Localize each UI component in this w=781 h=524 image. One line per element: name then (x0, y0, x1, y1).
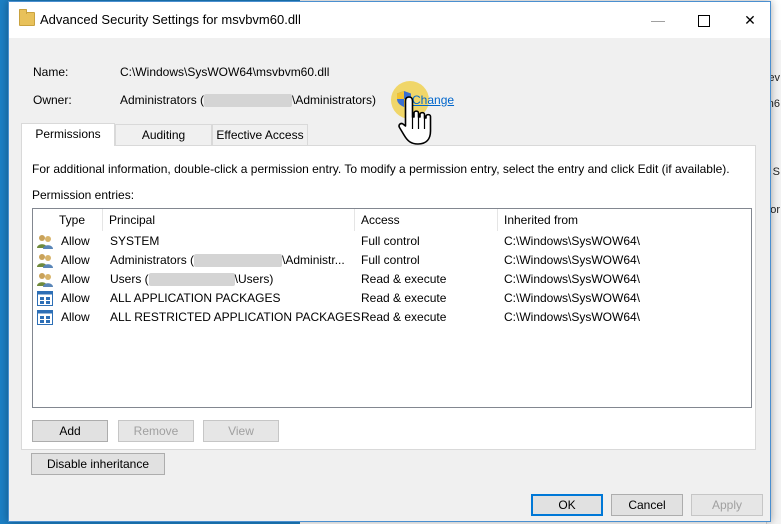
permission-entries-label: Permission entries: (32, 188, 135, 202)
row-access: Read & execute (361, 310, 447, 324)
background-text: or (770, 204, 780, 216)
app-package-icon (37, 291, 53, 306)
column-header-access[interactable]: Access (355, 209, 498, 231)
row-type: Allow (61, 310, 90, 324)
row-principal: ALL APPLICATION PACKAGES (110, 291, 281, 305)
row-inherited-from: C:\Windows\SysWOW64\ (504, 310, 641, 324)
table-row[interactable]: Allow SYSTEM Full control C:\Windows\Sys… (33, 232, 751, 251)
table-row[interactable]: Allow ALL RESTRICTED APPLICATION PACKAGE… (33, 308, 751, 327)
disable-inheritance-button[interactable]: Disable inheritance (31, 453, 165, 475)
background-text: S (772, 166, 780, 178)
owner-value-suffix: \Administrators) (292, 93, 377, 107)
row-access: Read & execute (361, 272, 447, 286)
row-principal: ALL RESTRICTED APPLICATION PACKAGES (110, 310, 361, 324)
row-principal: SYSTEM (110, 234, 160, 248)
maximize-icon (698, 15, 710, 28)
redacted-domain (194, 254, 283, 268)
table-row[interactable]: Allow Administrators ( \Administr... Full… (33, 251, 751, 270)
title-bar[interactable]: Advanced Security Settings for msvbvm60.… (9, 2, 770, 38)
table-row[interactable]: Allow ALL APPLICATION PACKAGES Read & ex… (33, 289, 751, 308)
close-button[interactable]: ✕ (727, 2, 773, 38)
name-value: C:\Windows\SysWOW64\msvbvm60.dll (120, 65, 330, 79)
list-header: Type Principal Access Inherited from (33, 209, 751, 231)
principal-suffix: \Users) (234, 272, 274, 286)
tab-permissions[interactable]: Permissions (21, 123, 115, 146)
user-group-icon (37, 273, 53, 287)
owner-label: Owner: (33, 93, 72, 107)
principal-suffix: \Administr... (282, 253, 345, 267)
app-package-icon (37, 310, 53, 325)
hand-cursor-icon (398, 96, 432, 145)
row-inherited-from: C:\Windows\SysWOW64\ (504, 272, 641, 286)
redacted-domain (148, 273, 235, 287)
tab-effective-access[interactable]: Effective Access (212, 124, 308, 145)
advanced-security-settings-dialog: Advanced Security Settings for msvbvm60.… (8, 1, 771, 522)
minimize-button[interactable]: — (635, 2, 681, 38)
remove-button[interactable]: Remove (118, 420, 194, 442)
apply-button[interactable]: Apply (691, 494, 763, 516)
row-type: Allow (61, 253, 90, 267)
user-group-icon (37, 235, 53, 249)
row-principal: Users ( \Users) (110, 270, 273, 289)
owner-value-prefix: Administrators ( (120, 93, 205, 107)
column-header-principal[interactable]: Principal (103, 209, 355, 231)
info-text: For additional information, double-click… (32, 162, 730, 176)
view-button[interactable]: View (203, 420, 279, 442)
row-type: Allow (61, 291, 90, 305)
name-label: Name: (33, 65, 69, 79)
maximize-button[interactable] (681, 2, 727, 38)
table-row[interactable]: Allow Users ( \Users) Read & execute C:\W… (33, 270, 751, 289)
row-inherited-from: C:\Windows\SysWOW64\ (504, 253, 641, 267)
permissions-panel: For additional information, double-click… (21, 145, 756, 450)
permission-entries-list[interactable]: Type Principal Access Inherited from All… (32, 208, 752, 408)
redacted-domain (204, 94, 293, 108)
ok-button[interactable]: OK (531, 494, 603, 516)
add-button[interactable]: Add (32, 420, 108, 442)
row-inherited-from: C:\Windows\SysWOW64\ (504, 234, 641, 248)
row-type: Allow (61, 234, 90, 248)
column-header-inherited-from[interactable]: Inherited from (498, 209, 751, 231)
tab-auditing[interactable]: Auditing (115, 124, 212, 145)
principal-prefix: Administrators ( (110, 253, 195, 267)
row-type: Allow (61, 272, 90, 286)
row-principal: Administrators ( \Administr... (110, 251, 352, 270)
column-header-type[interactable]: Type (53, 209, 103, 231)
folder-icon (19, 9, 35, 26)
owner-value: Administrators ( \Administrators) (120, 93, 377, 108)
row-access: Read & execute (361, 291, 447, 305)
row-inherited-from: C:\Windows\SysWOW64\ (504, 291, 641, 305)
user-group-icon (37, 254, 53, 268)
cancel-button[interactable]: Cancel (611, 494, 683, 516)
row-access: Full control (361, 253, 420, 267)
row-access: Full control (361, 234, 420, 248)
principal-prefix: Users ( (110, 272, 149, 286)
window-title: Advanced Security Settings for msvbvm60.… (40, 12, 301, 27)
